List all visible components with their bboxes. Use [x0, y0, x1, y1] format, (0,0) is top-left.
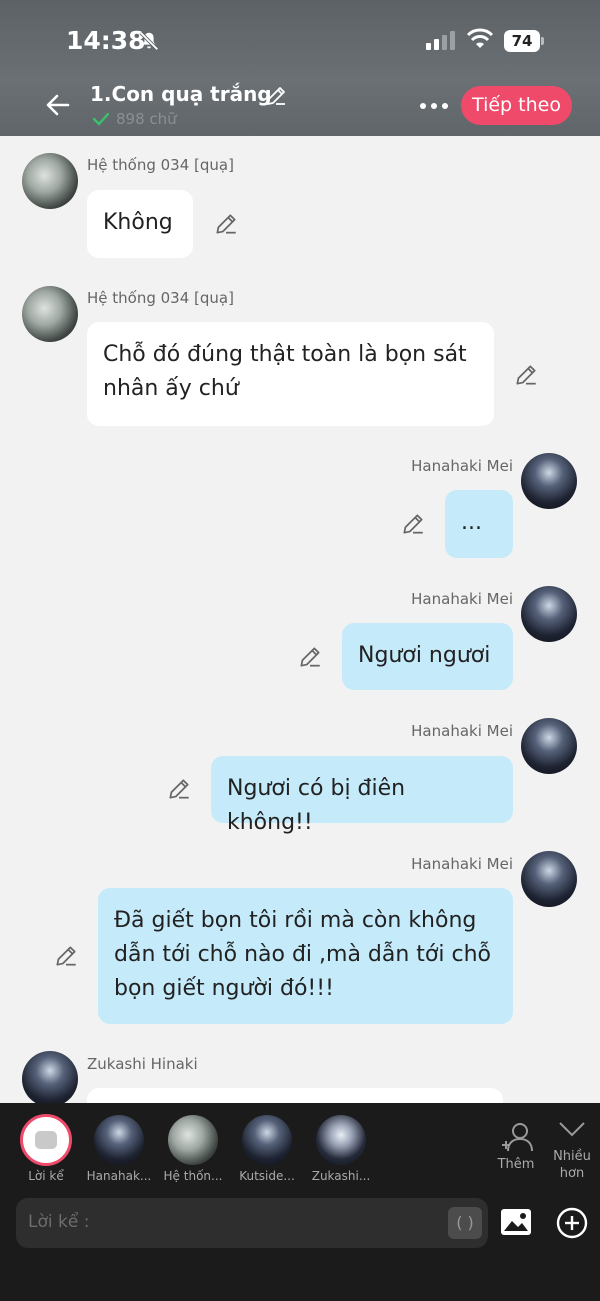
more-dots-icon[interactable] — [418, 96, 450, 116]
bell-off-icon — [139, 31, 159, 51]
message-bubble[interactable]: Ngươi có bị điên không!! — [211, 756, 513, 835]
avatar-hanahaki-mei[interactable] — [521, 453, 577, 509]
image-icon[interactable] — [500, 1208, 532, 1236]
wifi-icon — [466, 28, 494, 48]
character-label: Lời kể — [28, 1169, 64, 1183]
chapter-title[interactable]: 1.Con quạ trắng — [90, 82, 272, 106]
avatar-system-034[interactable] — [22, 153, 78, 209]
battery-indicator: 74 — [504, 30, 544, 52]
avatar-hanahaki-mei[interactable] — [521, 586, 577, 642]
next-button[interactable]: Tiếp theo — [461, 86, 572, 125]
message-input[interactable]: Lời kể : ( ) — [16, 1198, 488, 1248]
sender-name: Hanahaki Mei — [411, 590, 513, 608]
add-person-icon[interactable] — [500, 1120, 534, 1154]
sender-name: Hanahaki Mei — [411, 855, 513, 873]
character-avatar-hanahaki[interactable] — [94, 1115, 144, 1165]
message-bubble[interactable]: Chỗ đó đúng thật toàn là bọn sát nhân ấy… — [87, 322, 494, 426]
character-label: Kutside... — [239, 1169, 295, 1183]
more-characters-label: Nhiều hơn — [553, 1149, 591, 1181]
edit-pencil-icon[interactable] — [400, 511, 426, 537]
narration-button[interactable] — [20, 1114, 72, 1166]
message-bubble[interactable]: Không — [87, 190, 193, 258]
edit-pencil-icon[interactable] — [53, 943, 79, 969]
character-label: Zukashi... — [311, 1169, 371, 1183]
input-placeholder: Lời kể : — [28, 1212, 90, 1232]
avatar-zukashi-hinaki[interactable] — [22, 1051, 78, 1107]
character-avatar-zukashi[interactable] — [316, 1115, 366, 1165]
message-bubble[interactable]: Đã giết bọn tôi rồi mà còn không dẫn tới… — [98, 888, 513, 1024]
narration-icon — [35, 1131, 57, 1149]
signal-icon — [426, 31, 455, 50]
sender-name: Hệ thống 034 [quạ] — [87, 156, 234, 174]
battery-tip — [541, 37, 544, 45]
sender-name: Hệ thống 034 [quạ] — [87, 289, 234, 307]
word-count-text: 898 chữ — [116, 110, 177, 128]
avatar-hanahaki-mei[interactable] — [521, 718, 577, 774]
add-character-label: Thêm — [497, 1157, 535, 1172]
word-count: 898 chữ — [92, 110, 177, 128]
top-header: 14:38 74 1.Con quạ trắng 898 chữ Tiếp th… — [0, 0, 600, 136]
check-icon — [92, 112, 110, 126]
plus-circle-icon[interactable] — [556, 1207, 588, 1239]
parenthesis-button[interactable]: ( ) — [448, 1207, 482, 1239]
message-bubble[interactable]: ... — [445, 490, 513, 558]
character-avatar-kutside[interactable] — [242, 1115, 292, 1165]
character-avatar-system[interactable] — [168, 1115, 218, 1165]
edit-pencil-icon[interactable] — [166, 776, 192, 802]
character-label: Hanahak... — [86, 1169, 152, 1183]
back-arrow-icon[interactable] — [44, 91, 72, 119]
edit-pencil-icon[interactable] — [213, 211, 239, 237]
battery-level: 74 — [504, 30, 540, 52]
avatar-system-034[interactable] — [22, 286, 78, 342]
edit-title-icon[interactable] — [264, 84, 288, 108]
character-label: Hệ thốn... — [163, 1169, 223, 1183]
status-time: 14:38 — [66, 26, 146, 55]
chevron-down-icon[interactable] — [558, 1120, 586, 1138]
edit-pencil-icon[interactable] — [297, 644, 323, 670]
sender-name: Hanahaki Mei — [411, 722, 513, 740]
avatar-hanahaki-mei[interactable] — [521, 851, 577, 907]
sender-name: Zukashi Hinaki — [87, 1055, 198, 1073]
message-bubble[interactable]: Ngươi ngươi — [342, 623, 513, 690]
edit-pencil-icon[interactable] — [513, 362, 539, 388]
sender-name: Hanahaki Mei — [411, 457, 513, 475]
